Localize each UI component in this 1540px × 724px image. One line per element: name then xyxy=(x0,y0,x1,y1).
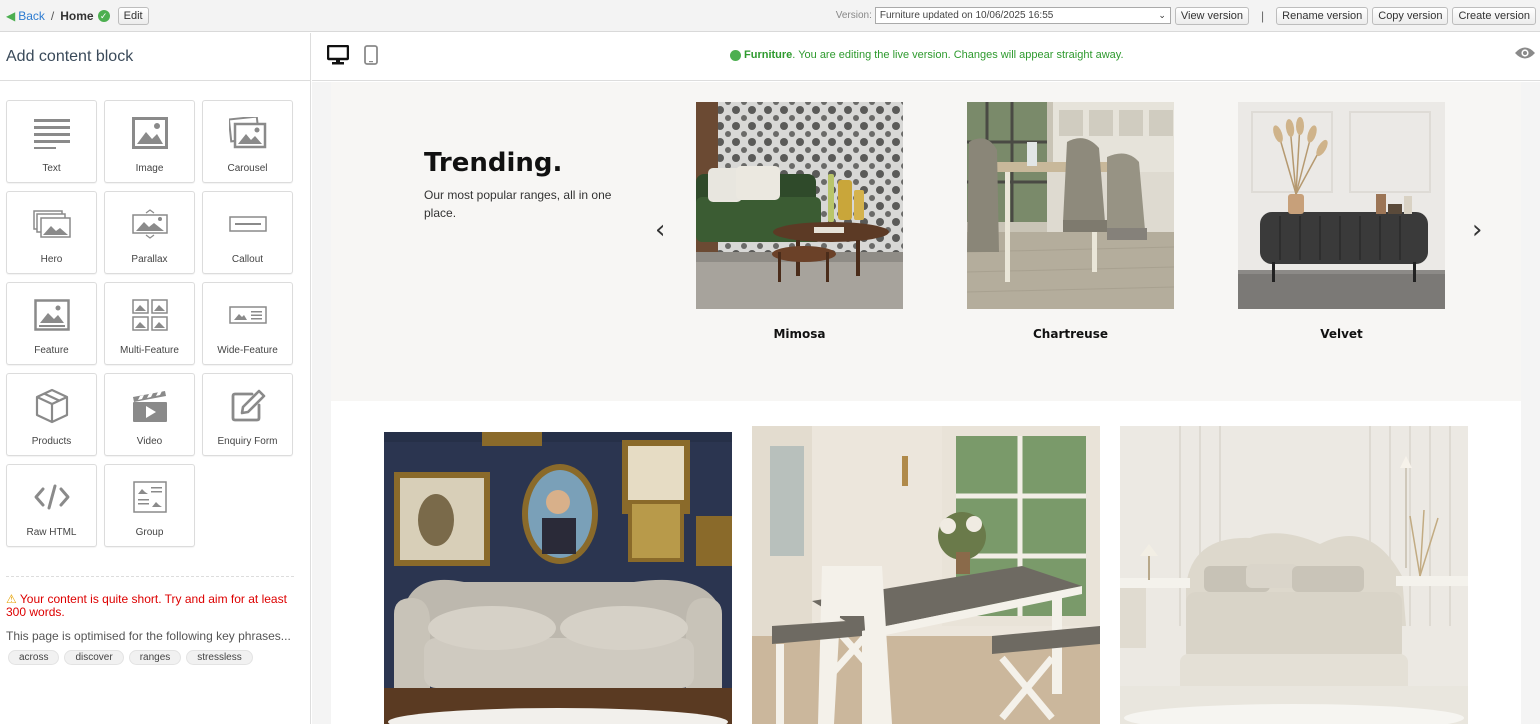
block-label: Video xyxy=(136,436,163,447)
key-phrase-tag[interactable]: ranges xyxy=(128,650,182,665)
back-arrow-icon: ◀ xyxy=(6,8,16,23)
preview-eye-icon[interactable] xyxy=(1514,46,1536,65)
trending-card-name: Mimosa xyxy=(773,327,826,341)
block-carousel[interactable]: Carousel xyxy=(202,100,293,183)
block-label: Carousel xyxy=(227,163,268,174)
block-label: Hero xyxy=(40,254,63,265)
block-label: Group xyxy=(135,527,164,538)
block-text[interactable]: Text xyxy=(6,100,97,183)
create-version-button[interactable]: Create version xyxy=(1452,6,1536,25)
trending-card[interactable]: Velvet xyxy=(1238,102,1445,341)
copy-version-button[interactable]: Copy version xyxy=(1372,6,1449,25)
block-label: Wide-Feature xyxy=(217,345,278,356)
feature-image-dining[interactable] xyxy=(752,426,1100,724)
block-callout[interactable]: Callout xyxy=(202,191,293,274)
video-icon xyxy=(105,388,194,424)
carousel-next-icon[interactable]: › xyxy=(1472,215,1482,245)
block-products[interactable]: Products xyxy=(6,373,97,456)
mimosa-image xyxy=(696,102,903,309)
live-status-name: Furniture xyxy=(744,49,793,61)
back-link[interactable]: ◀ Back xyxy=(6,9,45,23)
parallax-icon xyxy=(105,206,194,242)
block-label: Callout xyxy=(231,254,264,265)
trending-card-name: Velvet xyxy=(1320,327,1363,341)
code-icon xyxy=(7,479,96,515)
sidebar-divider xyxy=(6,576,294,577)
feature-image-sofa[interactable] xyxy=(384,432,732,724)
multi-feature-icon xyxy=(105,297,194,333)
version-select[interactable]: Furniture updated on 10/06/2025 16:55 ⌄ xyxy=(874,7,1171,24)
callout-icon xyxy=(203,206,292,242)
block-enquiry-form[interactable]: Enquiry Form xyxy=(202,373,293,456)
live-status-text: . You are editing the live version. Chan… xyxy=(792,49,1124,61)
velvet-image xyxy=(1238,102,1445,309)
key-phrase-tag[interactable]: stressless xyxy=(186,650,253,665)
feature-image-bed[interactable] xyxy=(1120,426,1468,724)
feature-icon xyxy=(7,297,96,333)
content-length-warning: ⚠ Your content is quite short. Try and a… xyxy=(6,593,298,619)
key-phrase-tag[interactable]: discover xyxy=(64,650,124,665)
view-version-button[interactable]: View version xyxy=(1174,6,1250,25)
block-parallax[interactable]: Parallax xyxy=(104,191,195,274)
edit-button[interactable]: Edit xyxy=(117,6,149,25)
key-phrase-tag[interactable]: across xyxy=(8,650,60,665)
content-block-sidebar: Add content block Text Image Carousel He… xyxy=(0,33,311,724)
block-label: Feature xyxy=(34,345,69,356)
version-label: Version: xyxy=(835,10,872,21)
enquiry-form-icon xyxy=(203,388,292,424)
block-image[interactable]: Image xyxy=(104,100,195,183)
sidebar-title: Add content block xyxy=(0,33,310,81)
key-phrases-note: This page is optimised for the following… xyxy=(6,629,291,643)
products-icon xyxy=(7,388,96,424)
desktop-view-icon[interactable] xyxy=(326,44,350,70)
toolbar-divider: | xyxy=(1261,8,1265,23)
key-phrase-tags: across discover ranges stressless xyxy=(8,650,253,665)
rename-version-button[interactable]: Rename version xyxy=(1276,6,1369,25)
block-hero[interactable]: Hero xyxy=(6,191,97,274)
text-icon xyxy=(7,115,96,151)
block-label: Enquiry Form xyxy=(217,436,278,447)
block-label: Parallax xyxy=(131,254,168,265)
block-label: Multi-Feature xyxy=(120,345,179,356)
block-group[interactable]: Group xyxy=(104,464,195,547)
trending-title: Trending. xyxy=(424,148,563,178)
live-status-icon xyxy=(730,49,741,61)
image-icon xyxy=(105,115,194,151)
block-multi-feature[interactable]: Multi-Feature xyxy=(104,282,195,365)
back-label: Back xyxy=(18,8,45,23)
block-raw-html[interactable]: Raw HTML xyxy=(6,464,97,547)
block-label: Text xyxy=(42,163,61,174)
block-wide-feature[interactable]: Wide-Feature xyxy=(202,282,293,365)
wide-feature-icon xyxy=(203,297,292,333)
block-label: Raw HTML xyxy=(26,527,77,538)
chevron-down-icon: ⌄ xyxy=(1158,10,1166,20)
block-label: Products xyxy=(31,436,72,447)
hero-icon xyxy=(7,206,96,242)
trending-carousel-block[interactable]: Trending. Our most popular ranges, all i… xyxy=(331,82,1521,401)
version-select-value: Furniture updated on 10/06/2025 16:55 xyxy=(879,10,1054,21)
page-preview-canvas: Trending. Our most popular ranges, all i… xyxy=(312,82,1540,724)
warning-text: Your content is quite short. Try and aim… xyxy=(6,592,287,619)
block-video[interactable]: Video xyxy=(104,373,195,456)
chartreuse-image xyxy=(967,102,1174,309)
live-status-message: Furniture . You are editing the live ver… xyxy=(730,49,1124,61)
trending-card[interactable]: Chartreuse xyxy=(967,102,1174,341)
published-check-icon: ✓ xyxy=(97,9,110,22)
warning-icon: ⚠ xyxy=(6,592,17,606)
carousel-icon xyxy=(203,115,292,151)
group-icon xyxy=(105,479,194,515)
block-label: Image xyxy=(135,163,164,174)
breadcrumb-home: Home xyxy=(60,8,94,23)
editor-header: Furniture . You are editing the live ver… xyxy=(312,33,1540,81)
trending-card-name: Chartreuse xyxy=(1033,327,1108,341)
page-preview: Trending. Our most popular ranges, all i… xyxy=(331,82,1521,724)
top-toolbar: ◀ Back / Home ✓ Edit Version: Furniture … xyxy=(0,0,1540,32)
breadcrumb-separator: / xyxy=(50,8,55,23)
mobile-view-icon[interactable] xyxy=(364,45,378,70)
trending-card[interactable]: Mimosa xyxy=(696,102,903,341)
carousel-prev-icon[interactable]: ‹ xyxy=(655,215,665,245)
block-feature[interactable]: Feature xyxy=(6,282,97,365)
trending-subtitle: Our most popular ranges, all in one plac… xyxy=(424,188,612,220)
